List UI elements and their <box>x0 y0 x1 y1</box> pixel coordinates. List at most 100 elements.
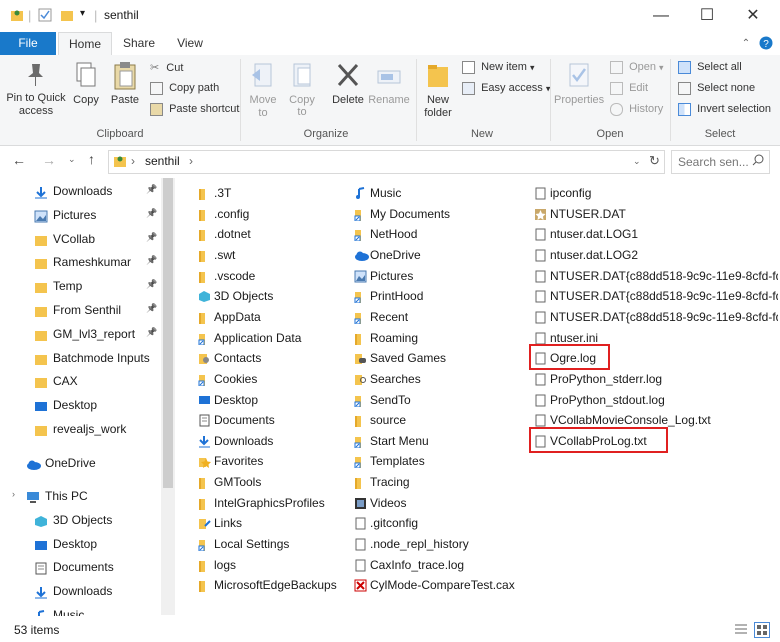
expand-chevron-icon[interactable]: › <box>12 489 15 499</box>
file-item[interactable]: Saved Games <box>354 348 524 368</box>
back-arrow-icon[interactable]: ← <box>12 152 26 168</box>
file-item[interactable]: .3T <box>198 183 348 203</box>
pin-icon[interactable]: 📌 <box>146 327 157 338</box>
history-button[interactable]: History <box>610 103 663 116</box>
file-item[interactable]: Music <box>354 183 524 203</box>
maximize-button[interactable]: ☐ <box>684 0 730 32</box>
select-all-button[interactable]: Select all <box>678 61 742 74</box>
file-item[interactable]: MicrosoftEdgeBackups <box>198 575 348 595</box>
copy-to-button[interactable]: Copy to <box>286 61 318 118</box>
tab-file[interactable]: File <box>0 32 56 55</box>
properties-quick-icon[interactable] <box>38 8 52 25</box>
easy-access-button[interactable]: Easy access ▾ <box>462 82 550 95</box>
file-item[interactable]: PrintHood <box>354 286 524 306</box>
file-item[interactable]: source <box>354 410 524 430</box>
file-item[interactable]: Roaming <box>354 328 524 348</box>
select-none-button[interactable]: Select none <box>678 82 755 95</box>
file-item[interactable]: NTUSER.DAT{c88dd518-9c9c-11e9-8cfd-fde <box>534 286 778 306</box>
new-folder-quick-icon[interactable] <box>60 8 74 25</box>
file-item[interactable]: .swt <box>198 245 348 265</box>
file-item[interactable]: 3D Objects <box>198 286 348 306</box>
delete-button[interactable]: Delete <box>330 61 366 106</box>
scrollbar-thumb[interactable] <box>163 178 173 488</box>
file-item[interactable]: Templates <box>354 451 524 471</box>
minimize-button[interactable]: — <box>638 0 684 32</box>
file-item[interactable]: Cookies <box>198 369 348 389</box>
large-icons-view-icon[interactable] <box>754 622 770 638</box>
file-item[interactable]: NTUSER.DAT{c88dd518-9c9c-11e9-8cfd-fde <box>534 307 778 327</box>
file-item[interactable]: Start Menu <box>354 431 524 451</box>
file-item[interactable]: NTUSER.DAT{c88dd518-9c9c-11e9-8cfd-fde <box>534 266 778 286</box>
properties-button[interactable]: Properties <box>554 61 604 106</box>
close-button[interactable]: ✕ <box>730 0 776 32</box>
file-item[interactable]: AppData <box>198 307 348 327</box>
file-item[interactable]: Application Data <box>198 328 348 348</box>
pin-icon[interactable]: 📌 <box>146 208 157 219</box>
tab-view[interactable]: View <box>170 32 210 55</box>
file-item[interactable]: Local Settings <box>198 534 348 554</box>
recent-locations-chevron-icon[interactable]: ⌄ <box>68 154 76 165</box>
navigation-scrollbar[interactable] <box>161 178 175 615</box>
collapse-ribbon-icon[interactable]: ⌃ <box>738 32 754 55</box>
file-item[interactable]: logs <box>198 555 348 575</box>
file-item[interactable]: Contacts <box>198 348 348 368</box>
search-input[interactable]: Search sen... <box>678 155 749 169</box>
copy-button[interactable]: Copy <box>70 61 102 106</box>
pin-icon[interactable]: 📌 <box>146 184 157 195</box>
file-item[interactable]: ntuser.dat.LOG1 <box>534 224 778 244</box>
breadcrumb-chevron-icon[interactable]: › <box>189 154 193 168</box>
file-item[interactable]: Favorites <box>198 451 348 471</box>
file-item[interactable]: Links <box>198 513 348 533</box>
file-item[interactable]: ntuser.dat.LOG2 <box>534 245 778 265</box>
file-item[interactable]: Downloads <box>198 431 348 451</box>
search-box[interactable]: Search sen... <box>671 150 770 174</box>
file-item[interactable]: ProPython_stderr.log <box>534 369 778 389</box>
file-item[interactable]: Documents <box>198 410 348 430</box>
file-item[interactable]: .vscode <box>198 266 348 286</box>
pin-icon[interactable]: 📌 <box>146 303 157 314</box>
tab-share[interactable]: Share <box>118 32 160 55</box>
file-item[interactable]: ipconfig <box>534 183 778 203</box>
file-item[interactable]: My Documents <box>354 204 524 224</box>
file-item[interactable]: .dotnet <box>198 224 348 244</box>
pin-icon[interactable]: 📌 <box>146 279 157 290</box>
file-item[interactable]: GMTools <box>198 472 348 492</box>
breadcrumb-chevron-icon[interactable]: › <box>131 154 135 168</box>
open-button[interactable]: Open ▾ <box>610 61 664 74</box>
rename-button[interactable]: Rename <box>368 61 410 106</box>
move-to-button[interactable]: Move to <box>246 61 280 120</box>
file-item[interactable]: OneDrive <box>354 245 524 265</box>
tab-home[interactable]: Home <box>58 32 112 56</box>
file-item[interactable]: Recent <box>354 307 524 327</box>
paste-shortcut-button[interactable]: Paste shortcut <box>150 103 239 116</box>
file-item[interactable]: SendTo <box>354 390 524 410</box>
file-item[interactable]: CaxInfo_trace.log <box>354 555 524 575</box>
help-icon[interactable]: ? <box>758 32 774 55</box>
pin-icon[interactable]: 📌 <box>146 232 157 243</box>
paste-button[interactable]: Paste <box>108 61 142 106</box>
address-bar[interactable]: › senthil › ⌄ ↻ <box>108 150 665 174</box>
file-item[interactable]: .config <box>198 204 348 224</box>
details-view-icon[interactable] <box>734 622 748 639</box>
file-item[interactable]: .node_repl_history <box>354 534 524 554</box>
file-item[interactable]: NetHood <box>354 224 524 244</box>
refresh-icon[interactable]: ↻ <box>649 153 660 169</box>
file-item[interactable]: ProPython_stdout.log <box>534 390 778 410</box>
up-arrow-icon[interactable]: ↑ <box>88 151 95 167</box>
new-folder-button[interactable]: New folder <box>420 61 456 120</box>
file-item[interactable]: Videos <box>354 493 524 513</box>
file-item[interactable]: .gitconfig <box>354 513 524 533</box>
edit-button[interactable]: Edit <box>610 82 648 95</box>
file-item[interactable]: Pictures <box>354 266 524 286</box>
quick-access-dropdown[interactable]: ▾ <box>80 8 85 19</box>
file-item[interactable]: Desktop <box>198 390 348 410</box>
copy-path-button[interactable]: Copy path <box>150 82 219 95</box>
new-item-button[interactable]: New item ▾ <box>462 61 535 74</box>
pin-icon[interactable]: 📌 <box>146 255 157 266</box>
file-item[interactable]: Searches <box>354 369 524 389</box>
address-dropdown-icon[interactable]: ⌄ <box>633 156 641 167</box>
breadcrumb-senthil[interactable]: senthil <box>145 154 180 168</box>
file-item[interactable]: CylMode-CompareTest.cax <box>354 575 524 595</box>
cut-button[interactable]: ✂ Cut <box>150 61 183 74</box>
file-item[interactable]: IntelGraphicsProfiles <box>198 493 348 513</box>
